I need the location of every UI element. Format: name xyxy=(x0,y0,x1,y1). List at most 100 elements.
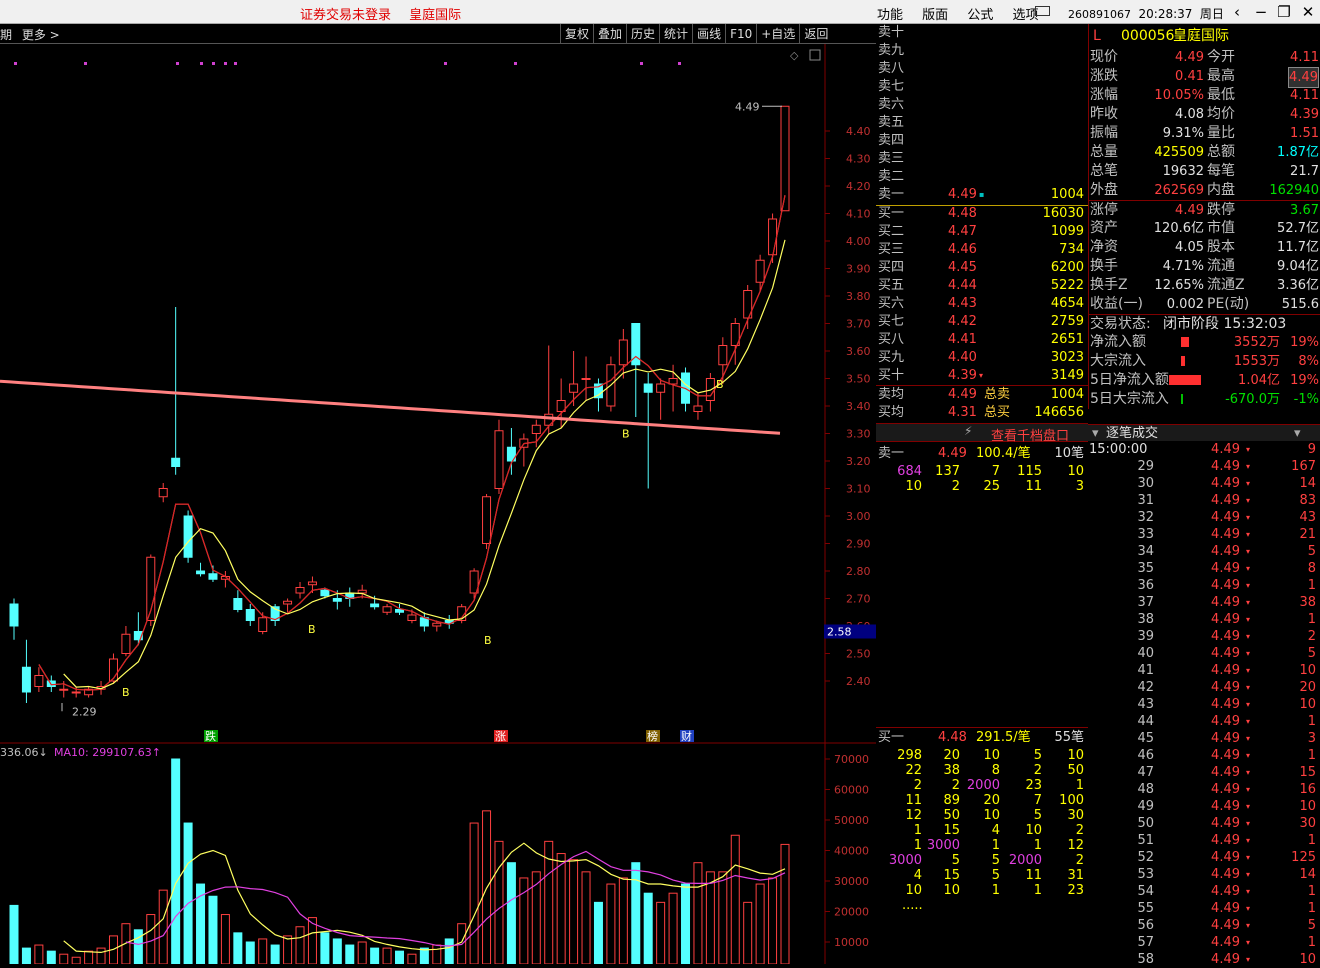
tick-vol: 167 xyxy=(1291,459,1316,474)
tick-row: 50 4.49 ▾ 30 xyxy=(1088,815,1320,832)
sell-row[interactable]: 卖九 xyxy=(876,42,1088,60)
tick-price: 4.49 xyxy=(1211,867,1240,882)
buy-vol: 3149 xyxy=(1050,368,1084,383)
vol-axis-label: 40000 xyxy=(834,845,869,858)
buy-row[interactable]: 买九 4.40 3023 xyxy=(876,349,1088,367)
menu-formula[interactable]: 公式 xyxy=(967,8,993,23)
menu-function[interactable]: 功能 xyxy=(877,8,903,23)
flow-label: 净流入额 xyxy=(1090,334,1146,350)
tick-row: 29 4.49 ▾ 167 xyxy=(1088,458,1320,475)
sell-row[interactable]: 卖七 xyxy=(876,78,1088,96)
tick-row: 53 4.49 ▾ 14 xyxy=(1088,866,1320,883)
buy-row[interactable]: 买五 4.44 5222 xyxy=(876,277,1088,295)
buy-row[interactable]: 买二 4.47 1099 xyxy=(876,223,1088,241)
quote-label: 换手Z xyxy=(1090,277,1128,293)
period-selector[interactable]: 周期 xyxy=(0,28,12,42)
sell-row[interactable]: 卖三 xyxy=(876,150,1088,168)
event-marker-label: 跌 xyxy=(205,729,216,743)
buy-row[interactable]: 买四 4.45 6200 xyxy=(876,259,1088,277)
buy_q-cell: 89 xyxy=(943,793,960,808)
buy-row[interactable]: 买七 4.42 2759 xyxy=(876,313,1088,331)
sell_q-cell: 684 xyxy=(897,464,922,479)
adjust-button[interactable]: 复权 xyxy=(560,24,593,44)
thousand-level-bar[interactable]: ⚡ 查看千档盘口 xyxy=(876,423,1088,444)
kline-chart[interactable]: 4.40 4.30 4.20 4.10 4.00 3.90 3.80 3.70 3.60 3.50… xyxy=(0,44,876,964)
close-icon[interactable]: ✕ xyxy=(1297,2,1319,22)
candle xyxy=(320,589,330,597)
buy-row[interactable]: 买十 4.39 ▾ 3149 xyxy=(876,367,1088,385)
event-marker-label: 财 xyxy=(681,729,692,743)
buy-row[interactable]: 买三 4.46 734 xyxy=(876,241,1088,259)
add-watchlist-button[interactable]: +自选 xyxy=(756,24,799,44)
sell-row[interactable]: 卖五 xyxy=(876,114,1088,132)
overlay-button[interactable]: 叠加 xyxy=(593,24,626,44)
event-dot xyxy=(14,62,17,65)
quote-row: 昨收 4.08 均价 4.39 xyxy=(1089,105,1320,124)
volume-bar xyxy=(581,871,591,964)
more-button[interactable]: 更多 > xyxy=(22,28,60,42)
buy_q-cell: 22 xyxy=(905,763,922,778)
login-status[interactable]: 证券交易未登录 xyxy=(300,8,391,23)
tick-time: 42 xyxy=(1137,680,1154,695)
volume-bar xyxy=(270,944,280,964)
sell-row[interactable]: 卖十 xyxy=(876,24,1088,42)
quote-value: 11.7亿 xyxy=(1277,240,1319,255)
candle xyxy=(71,691,81,694)
mail-icon[interactable] xyxy=(1035,6,1050,16)
tick-time: 39 xyxy=(1137,629,1154,644)
quote-value: 3.67 xyxy=(1290,203,1319,218)
buy-row[interactable]: 买八 4.41 2651 xyxy=(876,331,1088,349)
vol-axis-label: 20000 xyxy=(834,906,869,919)
current-price-label: 2.58 xyxy=(827,626,852,639)
sell-row[interactable]: 卖二 xyxy=(876,168,1088,186)
sell-row[interactable]: 卖六 xyxy=(876,96,1088,114)
candle xyxy=(158,488,168,498)
restore-icon[interactable]: ❐ xyxy=(1273,2,1295,22)
thousand-level-button[interactable]: 查看千档盘口 xyxy=(991,425,1069,444)
volume-bar xyxy=(183,822,193,964)
draw-line-button[interactable]: 画线 xyxy=(692,24,725,44)
tick-price: 4.49 xyxy=(1211,442,1240,457)
return-button[interactable]: 返回 xyxy=(799,24,832,44)
sell-row[interactable]: 卖八 xyxy=(876,60,1088,78)
stats-button[interactable]: 统计 xyxy=(659,24,692,44)
diamond-icon[interactable]: ◇ xyxy=(790,49,799,62)
code-prefix: L xyxy=(1093,28,1101,44)
quote-row: 现价 4.49 今开 4.11 xyxy=(1089,48,1320,67)
arrow-down-icon: ▾ xyxy=(1245,751,1250,760)
expand-icon[interactable] xyxy=(809,49,821,61)
buy_q-row: 1 15 4 10 2 xyxy=(876,823,1088,838)
arrow-down-icon: ▾ xyxy=(1245,547,1250,556)
tick-vol: 10 xyxy=(1299,799,1316,814)
filter-icon[interactable]: ▾ xyxy=(1294,425,1301,442)
tick-row: 31 4.49 ▾ 83 xyxy=(1088,492,1320,509)
buy_q-cell: 10 xyxy=(943,883,960,898)
tick-price: 4.49 xyxy=(1211,850,1240,865)
volume-bar xyxy=(718,871,728,964)
minimize-icon[interactable]: − xyxy=(1250,2,1272,22)
quote-row: 资产 120.6亿 市值 52.7亿 xyxy=(1089,219,1320,238)
quote-label: 流通 xyxy=(1207,258,1235,274)
tick-vol: 2 xyxy=(1307,629,1316,644)
collapse-icon[interactable]: ▾ xyxy=(1092,425,1099,442)
buy-row[interactable]: 买一 4.48 16030 xyxy=(876,205,1088,223)
history-button[interactable]: 历史 xyxy=(626,24,659,44)
sell-row[interactable]: 卖一 4.49 ▪ 1004 xyxy=(876,186,1088,204)
tick-time: 58 xyxy=(1137,952,1154,967)
back-arrow-icon[interactable]: ‹ xyxy=(1226,2,1248,22)
f10-button[interactable]: F10 xyxy=(725,24,756,44)
volume-bar xyxy=(755,883,765,964)
buy_q-cell: 23 xyxy=(1067,883,1084,898)
arrow-down-icon: ▾ xyxy=(1245,513,1250,522)
avg-buy-row: 买均 4.31 总买 146656 xyxy=(876,404,1088,422)
avg-sell-price: 4.49 xyxy=(948,387,977,402)
menu-layout[interactable]: 版面 xyxy=(922,8,948,23)
volume-bar xyxy=(593,901,603,964)
stock-header: L 000056 皇庭国际 xyxy=(1089,24,1320,48)
flow-pct: 8% xyxy=(1298,354,1319,369)
sell-row[interactable]: 卖四 xyxy=(876,132,1088,150)
price-axis-label: 3.80 xyxy=(846,290,871,303)
tick-vol: 1 xyxy=(1307,935,1316,950)
quote-value: 52.7亿 xyxy=(1277,221,1319,236)
buy-row[interactable]: 买六 4.43 4654 xyxy=(876,295,1088,313)
